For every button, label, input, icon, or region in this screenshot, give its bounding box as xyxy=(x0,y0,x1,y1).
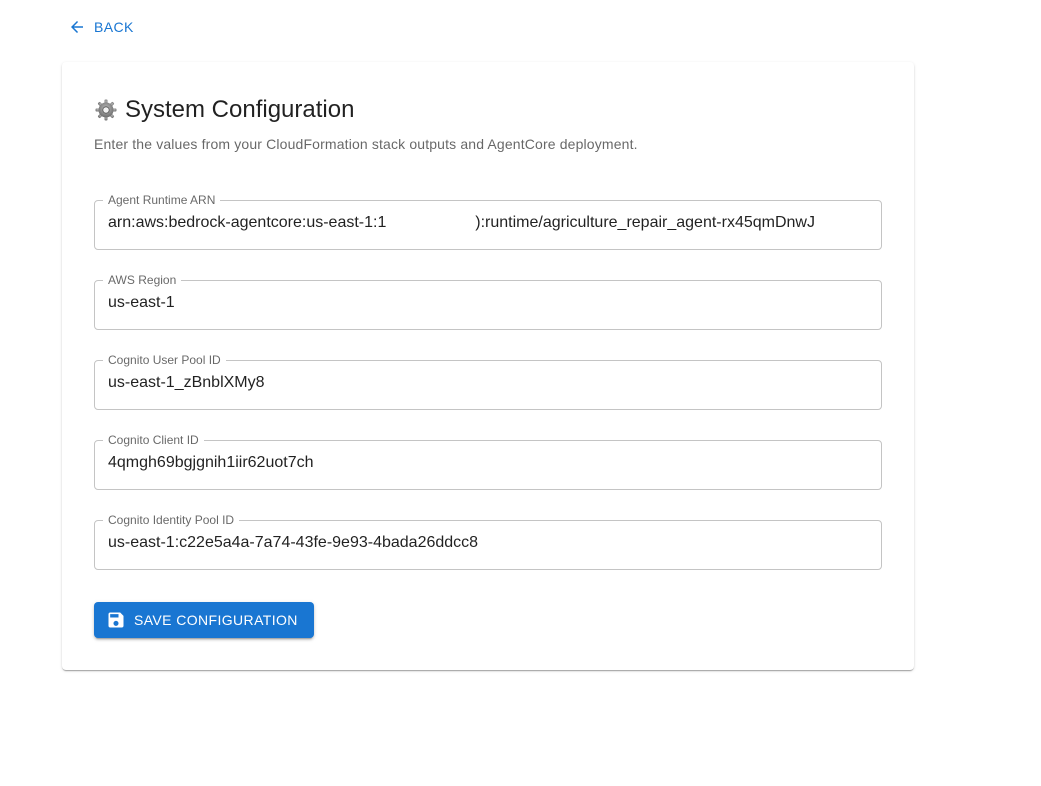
back-button[interactable]: Back xyxy=(60,12,142,42)
cognito-user-pool-id-field: Cognito User Pool ID xyxy=(94,354,882,410)
agent-runtime-arn-input[interactable] xyxy=(108,202,868,244)
save-configuration-button[interactable]: Save Configuration xyxy=(94,602,314,638)
aws-region-field: AWS Region xyxy=(94,274,882,330)
system-configuration-card: System Configuration Enter the values fr… xyxy=(62,62,914,670)
cognito-identity-pool-id-field: Cognito Identity Pool ID xyxy=(94,514,882,570)
aws-region-input[interactable] xyxy=(108,282,868,324)
cognito-user-pool-id-input[interactable] xyxy=(108,362,868,404)
page-title: System Configuration xyxy=(94,94,354,126)
cognito-client-id-input[interactable] xyxy=(108,442,868,484)
page-subtitle: Enter the values from your CloudFormatio… xyxy=(94,136,638,152)
save-configuration-label: Save Configuration xyxy=(134,612,298,628)
floppy-disk-icon xyxy=(106,610,126,630)
cognito-identity-pool-id-input[interactable] xyxy=(108,522,868,564)
cognito-client-id-field: Cognito Client ID xyxy=(94,434,882,490)
agent-runtime-arn-field: Agent Runtime ARN xyxy=(94,194,882,250)
back-label: Back xyxy=(94,19,134,35)
arrow-left-icon xyxy=(68,18,86,36)
gear-icon xyxy=(94,98,118,122)
title-text: System Configuration xyxy=(125,96,355,123)
